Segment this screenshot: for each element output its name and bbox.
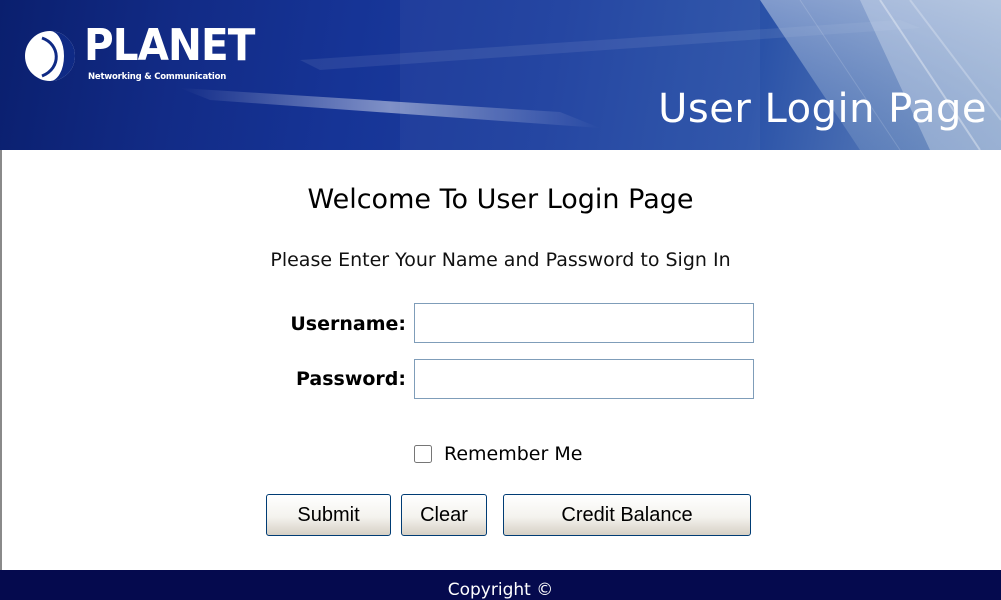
remember-me-row: Remember Me	[414, 440, 582, 468]
password-label: Password:	[295, 368, 406, 390]
password-input[interactable]	[414, 359, 754, 399]
username-input[interactable]	[414, 303, 754, 343]
logo-wordmark: PLANET	[84, 20, 255, 71]
username-label: Username:	[290, 313, 406, 335]
remember-me-label[interactable]: Remember Me	[444, 443, 582, 465]
clear-button[interactable]: Clear	[401, 494, 487, 536]
header-title: User Login Page	[658, 86, 987, 132]
planet-logo: PLANET Networking & Communication	[22, 18, 282, 88]
welcome-heading: Welcome To User Login Page	[307, 184, 694, 215]
planet-logo-icon	[25, 31, 75, 81]
sign-in-instructions: Please Enter Your Name and Password to S…	[270, 249, 731, 271]
login-page: PLANET Networking & Communication User L…	[0, 0, 1001, 600]
submit-button[interactable]: Submit	[266, 494, 391, 536]
logo-tagline: Networking & Communication	[88, 72, 227, 82]
footer: Copyright ©	[0, 570, 1001, 600]
copyright-text: Copyright ©	[447, 580, 554, 600]
credit-balance-button[interactable]: Credit Balance	[503, 494, 751, 536]
remember-me-checkbox[interactable]	[414, 445, 432, 463]
header-banner: PLANET Networking & Communication User L…	[0, 0, 1001, 150]
